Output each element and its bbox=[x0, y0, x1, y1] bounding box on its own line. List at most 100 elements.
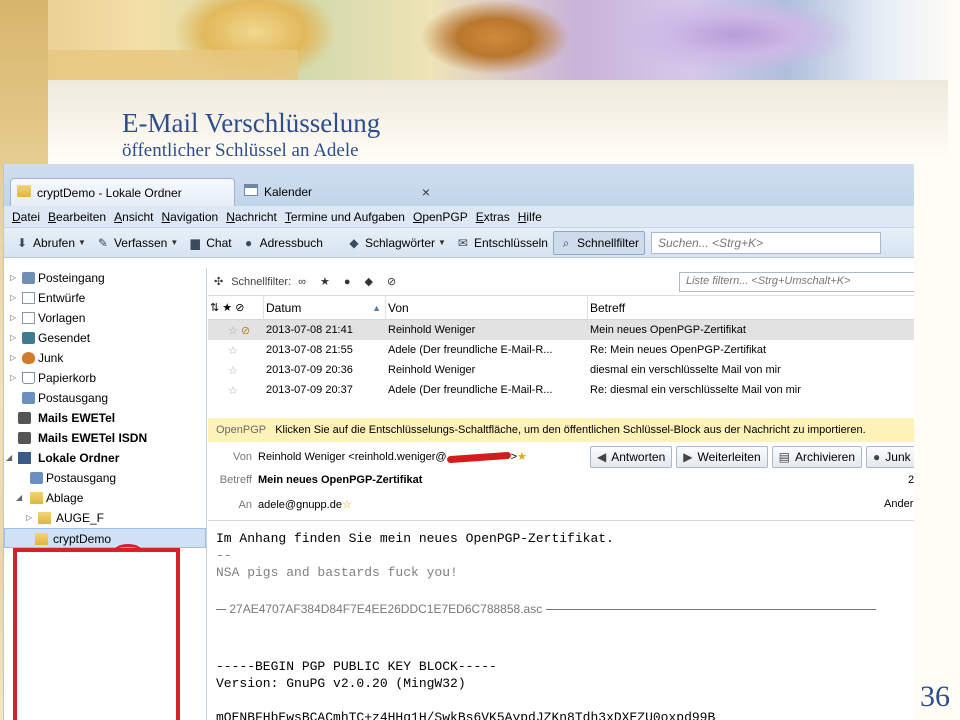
attachment-icon[interactable]: ⊘ bbox=[387, 275, 396, 288]
forward-arrow-icon: ▶ bbox=[683, 450, 693, 464]
folder-item-posteingang[interactable]: ▷ Posteingang bbox=[4, 268, 206, 288]
message-row[interactable]: ☆ ⊘ 2013-07-08 21:41 Reinhold Weniger Me… bbox=[208, 320, 914, 340]
template-icon bbox=[22, 312, 35, 324]
person-icon: ● bbox=[244, 235, 253, 250]
message-row[interactable]: ☆ 2013-07-08 21:55 Adele (Der freundlich… bbox=[208, 340, 914, 360]
chevron-down-icon[interactable]: ▼ bbox=[78, 238, 86, 247]
column-date-label: Datum bbox=[266, 300, 302, 315]
tags-label: Schlagwörter bbox=[364, 235, 436, 250]
menu-openpgp[interactable]: OpenPGP bbox=[413, 210, 468, 224]
attachment-icon: ⊘ bbox=[240, 324, 251, 337]
star-icon[interactable]: ☆ bbox=[208, 344, 264, 357]
other-actions-label[interactable]: Ander bbox=[884, 498, 913, 510]
reply-button[interactable]: ◀ Antworten bbox=[590, 446, 673, 468]
column-date[interactable]: Datum ▲ bbox=[264, 295, 386, 320]
folder-item-vorlagen[interactable]: ▷ Vorlagen bbox=[4, 308, 206, 328]
sort-asc-icon: ▲ bbox=[372, 302, 381, 313]
expand-icon[interactable]: ▷ bbox=[26, 508, 34, 528]
archive-button[interactable]: ▤ Archivieren bbox=[771, 446, 863, 468]
decrypt-button[interactable]: ✉ Entschlüsseln bbox=[451, 231, 553, 255]
sent-icon bbox=[22, 332, 35, 344]
folder-item-postausgang[interactable]: Postausgang bbox=[4, 388, 206, 408]
quick-filter-button[interactable]: ⌕ Schnellfilter bbox=[552, 230, 646, 255]
expand-icon[interactable]: ▷ bbox=[10, 268, 18, 288]
close-icon[interactable]: × bbox=[422, 178, 430, 206]
collapse-icon[interactable]: ◢ bbox=[16, 488, 24, 508]
annotation-box bbox=[13, 548, 180, 720]
get-mail-button[interactable]: ⬇ Abrufen ▼ bbox=[10, 231, 91, 255]
star-icon[interactable]: ★ bbox=[517, 451, 527, 463]
expand-icon[interactable]: ▷ bbox=[10, 308, 18, 328]
search-input[interactable]: Suchen... <Strg+K> bbox=[651, 231, 882, 254]
signature-separator: -- bbox=[216, 548, 232, 563]
slide-title: E-Mail Verschlüsselung bbox=[122, 108, 381, 138]
menu-hilfe[interactable]: Hilfe bbox=[518, 210, 542, 224]
message-row[interactable]: ☆ 2013-07-09 20:36 Reinhold Weniger dies… bbox=[208, 360, 914, 380]
tags-button[interactable]: ◆ Schlagwörter ▼ bbox=[342, 231, 451, 255]
expand-icon[interactable]: ▷ bbox=[10, 348, 18, 368]
expand-icon[interactable]: ▷ bbox=[10, 288, 18, 308]
collapse-icon[interactable]: ◢ bbox=[6, 448, 14, 468]
menu-extras[interactable]: Extras bbox=[476, 210, 510, 224]
folder-item-ablage[interactable]: ◢ Ablage bbox=[4, 488, 206, 508]
folder-label: Junk bbox=[38, 351, 64, 365]
folder-item-junk[interactable]: ▷ Junk bbox=[4, 348, 206, 368]
folder-item-local-postausgang[interactable]: Postausgang bbox=[4, 468, 206, 488]
column-icons[interactable]: ⇅ ★ ⊘ bbox=[208, 295, 264, 320]
star-icon[interactable]: ☆ bbox=[342, 499, 352, 511]
forward-button[interactable]: ▶ Weiterleiten bbox=[676, 446, 768, 468]
folder-item-mails-ewetel-isdn[interactable]: Mails EWETel ISDN bbox=[4, 428, 206, 448]
expand-icon[interactable]: ▷ bbox=[10, 368, 18, 388]
thread-icon[interactable]: ∞ bbox=[298, 276, 306, 288]
write-button[interactable]: ✎ Verfassen ▼ bbox=[91, 231, 183, 255]
column-from[interactable]: Von bbox=[386, 295, 588, 320]
address-book-button[interactable]: ● Adressbuch bbox=[237, 231, 328, 255]
expand-icon[interactable]: ▷ bbox=[10, 328, 18, 348]
contact-icon[interactable]: ● bbox=[344, 276, 351, 288]
message-date: 2013-07-08 21:41 bbox=[266, 324, 353, 336]
filter-input[interactable]: Liste filtern... <Strg+Umschalt+K> bbox=[679, 271, 914, 292]
message-from: Reinhold Weniger bbox=[388, 364, 476, 376]
menu-navigation[interactable]: Navigation bbox=[161, 210, 218, 224]
folder-item-gesendet[interactable]: ▷ Gesendet bbox=[4, 328, 206, 348]
chat-button[interactable]: ▆ Chat bbox=[183, 231, 236, 255]
junk-flame-icon: ● bbox=[873, 450, 881, 464]
tab-kalender[interactable]: Kalender × bbox=[238, 178, 438, 206]
menu-ansicht[interactable]: Ansicht bbox=[114, 210, 153, 224]
menu-nachricht[interactable]: Nachricht bbox=[226, 210, 277, 224]
folder-item-mails-ewetel[interactable]: Mails EWETel bbox=[4, 408, 206, 428]
pin-icon[interactable]: ✣ bbox=[214, 275, 223, 288]
attachment-separator[interactable]: 27AE4707AF384D84F7E4EE26DDC1E7ED6C788858… bbox=[216, 602, 914, 622]
folder-label: AUGE_F bbox=[56, 511, 105, 525]
from-value[interactable]: Reinhold Weniger <reinhold.weniger@ bbox=[258, 451, 447, 463]
star-icon[interactable]: ★ bbox=[320, 275, 330, 288]
folder-label: Papierkorb bbox=[38, 371, 97, 385]
reply-arrow-icon: ◀ bbox=[597, 450, 607, 464]
folder-item-cryptdemo[interactable]: cryptDemo bbox=[4, 528, 206, 548]
message-subject: Re: Mein neues OpenPGP-Zertifikat bbox=[590, 344, 767, 356]
junk-button[interactable]: ● Junk bbox=[866, 446, 914, 468]
trash-icon bbox=[22, 372, 35, 384]
column-subject[interactable]: Betreff bbox=[588, 296, 914, 320]
openpgp-text: Klicken Sie auf die Entschlüsselungs-Sch… bbox=[275, 424, 866, 436]
star-icon[interactable]: ☆ ⊘ bbox=[208, 324, 264, 337]
tab-cryptdemo[interactable]: cryptDemo - Lokale Ordner bbox=[10, 178, 235, 206]
star-icon[interactable]: ☆ bbox=[208, 364, 264, 377]
tab-label: Kalender bbox=[264, 185, 313, 199]
tag-icon[interactable]: ◆ bbox=[365, 275, 373, 288]
computer-icon bbox=[18, 452, 31, 464]
folder-item-lokale-ordner[interactable]: ◢ Lokale Ordner bbox=[4, 448, 206, 468]
slide-number: 36 bbox=[920, 680, 950, 713]
folder-item-auge-f[interactable]: ▷ AUGE_F bbox=[4, 508, 206, 528]
chevron-down-icon[interactable]: ▼ bbox=[170, 238, 178, 247]
star-icon[interactable]: ☆ bbox=[208, 384, 264, 397]
menu-termine[interactable]: Termine und Aufgaben bbox=[285, 210, 405, 224]
message-row[interactable]: ☆ 2013-07-09 20:37 Adele (Der freundlich… bbox=[208, 380, 914, 400]
header-buttons: ◀ Antworten ▶ Weiterleiten ▤ Archivieren ● J… bbox=[590, 446, 914, 468]
quick-filter-label: Schnellfilter bbox=[576, 235, 640, 250]
folder-item-papierkorb[interactable]: ▷ Papierkorb bbox=[4, 368, 206, 388]
folder-item-entwuerfe[interactable]: ▷ Entwürfe bbox=[4, 288, 206, 308]
menu-datei[interactable]: Datei bbox=[12, 210, 40, 224]
to-value[interactable]: adele@gnupp.de bbox=[258, 499, 342, 511]
menu-bearbeiten[interactable]: Bearbeiten bbox=[48, 210, 106, 224]
